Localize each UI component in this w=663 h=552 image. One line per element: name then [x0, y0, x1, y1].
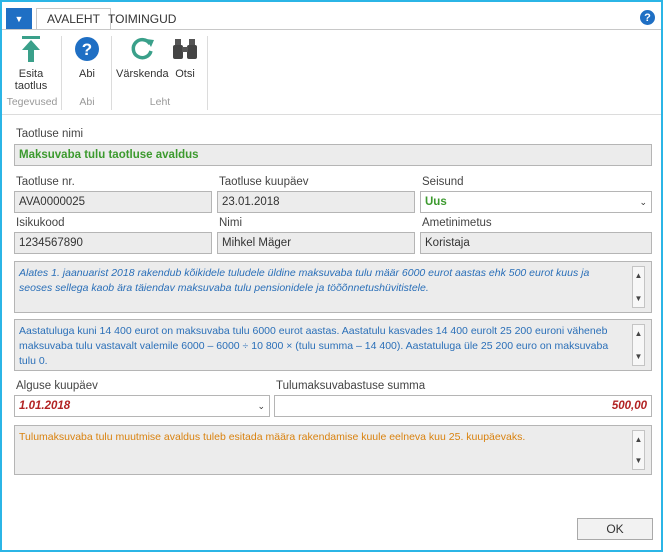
- help-icon: ?: [72, 34, 102, 64]
- start-date-value: 1.01.2018: [19, 400, 71, 412]
- info-memo-2[interactable]: Aastatuluga kuni 14 400 eurot on maksuva…: [14, 319, 652, 371]
- info-text-2: Aastatuluga kuni 14 400 eurot on maksuva…: [19, 325, 609, 367]
- amount-value: 500,00: [611, 400, 647, 412]
- info-text-1: Alates 1. jaanuarist 2018 rakendub kõiki…: [19, 267, 590, 294]
- info-memo-1[interactable]: Alates 1. jaanuarist 2018 rakendub kõiki…: [14, 261, 652, 313]
- request-date-value: 23.01.2018: [222, 196, 280, 208]
- amount-field[interactable]: 500,00: [274, 395, 652, 417]
- status-value: Uus: [425, 196, 447, 208]
- search-label: Otsi: [175, 68, 195, 80]
- refresh-label: Värskenda: [116, 68, 169, 80]
- help-label: Abi: [79, 68, 95, 80]
- request-date-label: Taotluse kuupäev: [219, 176, 309, 188]
- request-name-field[interactable]: Maksuvaba tulu taotluse avaldus: [14, 144, 652, 166]
- ribbon: Esita taotlus Tegevused ? Abi Abi Värske…: [2, 29, 661, 115]
- chevron-up-icon: ▲: [634, 271, 643, 280]
- status-select[interactable]: Uus ⌄: [420, 191, 652, 213]
- name-value: Mihkel Mäger: [222, 237, 292, 249]
- chevron-down-icon: ⌄: [257, 401, 265, 411]
- scrollbar[interactable]: ▲ ▼: [632, 430, 645, 470]
- chevron-up-icon: ▲: [634, 435, 643, 444]
- group-label-help: Abi: [79, 96, 95, 108]
- personal-code-value: 1234567890: [19, 237, 83, 249]
- info-memo-3[interactable]: Tulumaksuvaba tulu muutmise avaldus tule…: [14, 425, 652, 475]
- chevron-down-icon: ▼: [634, 456, 643, 465]
- chevron-down-icon: ▼: [634, 352, 643, 361]
- start-date-label: Alguse kuupäev: [16, 380, 98, 392]
- group-label-page: Leht: [149, 96, 171, 108]
- chevron-down-icon: ▼: [14, 14, 24, 24]
- ribbon-group-help: ? Abi Abi: [62, 34, 112, 112]
- tab-actions[interactable]: TOIMINGUD: [98, 8, 186, 30]
- ribbon-group-page: Värskenda Otsi Leht: [112, 34, 208, 112]
- submit-request-button[interactable]: Esita taotlus: [8, 34, 54, 92]
- refresh-icon: [127, 34, 157, 64]
- request-name-value: Maksuvaba tulu taotluse avaldus: [19, 149, 199, 161]
- personal-code-label: Isikukood: [16, 217, 65, 229]
- chevron-down-icon: ⌄: [639, 197, 647, 207]
- status-label: Seisund: [422, 176, 464, 188]
- help-button[interactable]: ? Abi: [68, 34, 106, 80]
- position-field[interactable]: Koristaja: [420, 232, 652, 254]
- personal-code-field[interactable]: 1234567890: [14, 232, 212, 254]
- app-menu-button[interactable]: ▼: [6, 8, 32, 30]
- scrollbar[interactable]: ▲ ▼: [632, 324, 645, 366]
- request-date-field[interactable]: 23.01.2018: [217, 191, 415, 213]
- request-no-value: AVA0000025: [19, 196, 86, 208]
- ok-button[interactable]: OK: [577, 518, 653, 540]
- refresh-button[interactable]: Värskenda: [116, 34, 169, 80]
- submit-request-label: Esita taotlus: [14, 68, 48, 92]
- info-text-3: Tulumaksuvaba tulu muutmise avaldus tule…: [19, 431, 526, 443]
- ribbon-group-actions: Esita taotlus Tegevused: [2, 34, 62, 112]
- amount-label: Tulumaksuvabastuse summa: [276, 380, 426, 392]
- arrow-up-icon: [16, 34, 46, 64]
- position-label: Ametinimetus: [422, 217, 492, 229]
- ribbon-tabbar: ▼ AVALEHT TOIMINGUD ?: [2, 2, 661, 30]
- help-icon[interactable]: ?: [640, 10, 655, 25]
- name-field[interactable]: Mihkel Mäger: [217, 232, 415, 254]
- chevron-down-icon: ▼: [634, 294, 643, 303]
- position-value: Koristaja: [425, 237, 470, 249]
- group-label-actions: Tegevused: [6, 96, 58, 108]
- chevron-up-icon: ▲: [634, 329, 643, 338]
- start-date-select[interactable]: 1.01.2018 ⌄: [14, 395, 270, 417]
- svg-text:?: ?: [82, 40, 92, 59]
- binoculars-icon: [170, 34, 200, 64]
- request-no-field[interactable]: AVA0000025: [14, 191, 212, 213]
- name-label: Nimi: [219, 217, 242, 229]
- dialog-window: ▼ AVALEHT TOIMINGUD ? Esita taotlus Tege…: [0, 0, 663, 552]
- request-name-label: Taotluse nimi: [16, 128, 84, 140]
- scrollbar[interactable]: ▲ ▼: [632, 266, 645, 308]
- search-button[interactable]: Otsi: [170, 34, 200, 80]
- request-no-label: Taotluse nr.: [16, 176, 75, 188]
